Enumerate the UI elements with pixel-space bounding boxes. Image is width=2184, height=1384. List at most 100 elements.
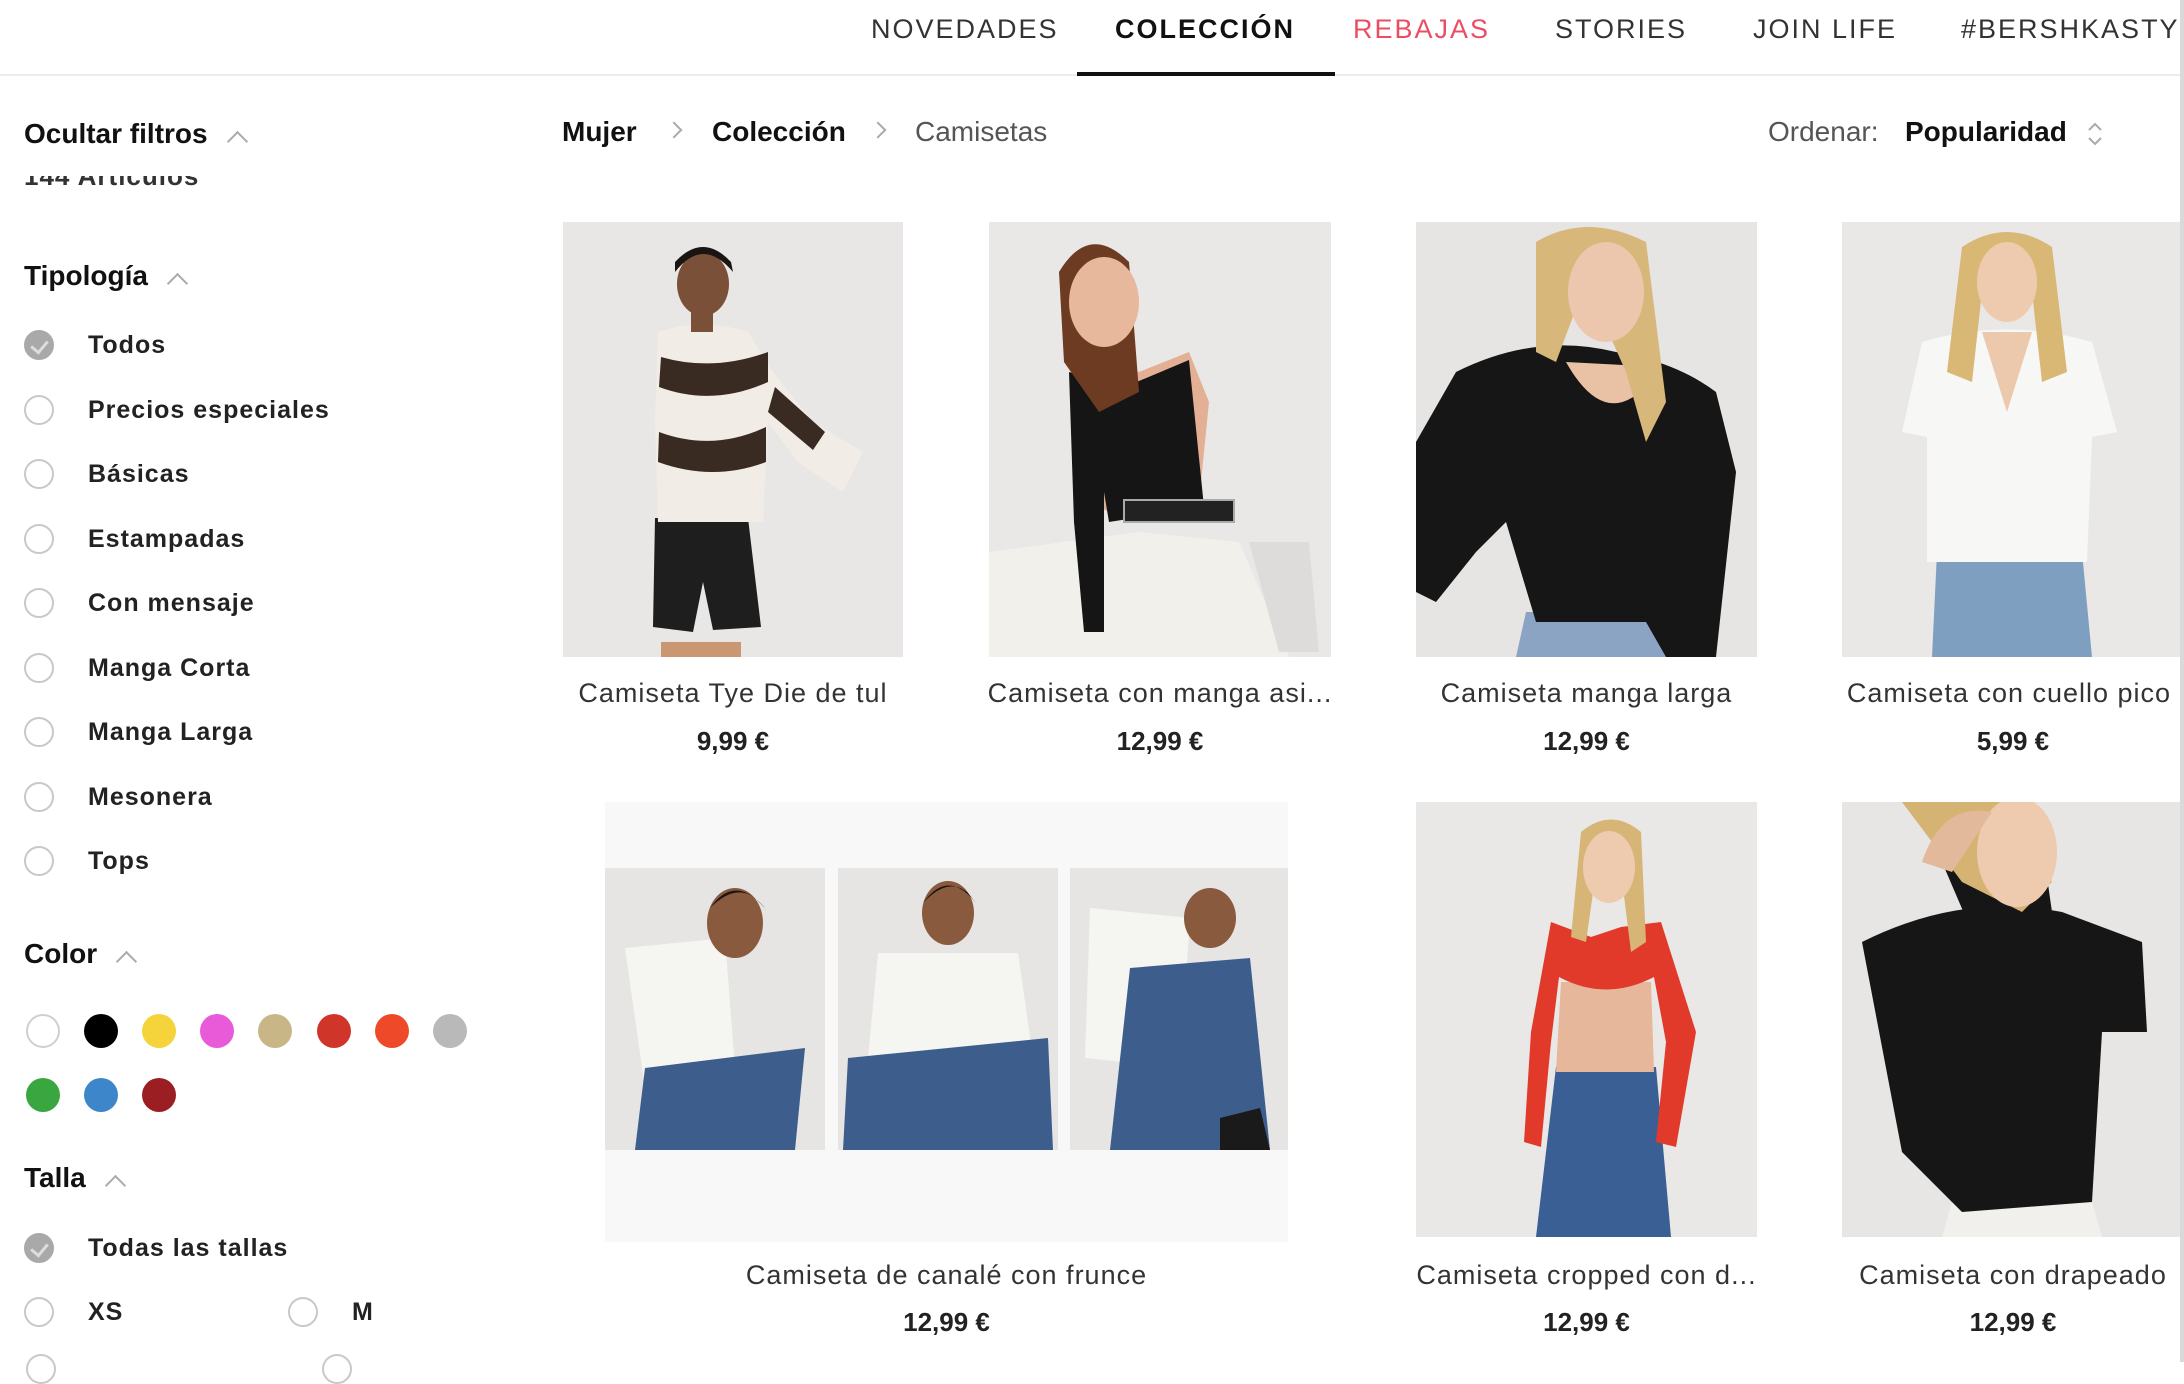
- color-swatch-black[interactable]: [84, 1014, 118, 1048]
- product-price: 12,99 €: [1969, 1307, 2057, 1337]
- size-option-label: M: [352, 1297, 374, 1326]
- product-price: 5,99 €: [1976, 726, 2050, 756]
- filter-option-label: Mesonera: [88, 782, 213, 811]
- chevron-right-icon: [869, 121, 887, 139]
- breadcrumb-mujer[interactable]: Mujer: [562, 116, 637, 148]
- radio-icon: [24, 1297, 54, 1327]
- product-price: 12,99 €: [1543, 1307, 1630, 1337]
- product-image[interactable]: [1416, 802, 1757, 1237]
- color-swatch-orange-red[interactable]: [375, 1014, 409, 1048]
- product-price: 9,99 €: [696, 726, 770, 756]
- filter-option-con-mensaje[interactable]: Con mensaje: [24, 583, 255, 623]
- filter-option-label: Con mensaje: [88, 588, 255, 617]
- product-name[interactable]: Camiseta manga larga: [1416, 678, 1757, 709]
- filter-option-precios-especiales[interactable]: Precios especiales: [24, 390, 330, 430]
- color-swatch-white[interactable]: [26, 1014, 60, 1048]
- nav-coleccion[interactable]: COLECCIÓN: [1077, 14, 1335, 76]
- sort-select[interactable]: Popularidad: [1905, 116, 2105, 152]
- color-swatch-burgundy[interactable]: [142, 1078, 176, 1112]
- size-option-m[interactable]: M: [288, 1292, 374, 1332]
- product-price: 12,99 €: [903, 1307, 990, 1337]
- product-image[interactable]: [1842, 222, 2184, 657]
- product-photo-red-cropped: [1416, 802, 1757, 1237]
- product-image[interactable]: [1416, 222, 1757, 657]
- size-option-xs[interactable]: XS: [24, 1292, 123, 1332]
- talla-title: Talla: [24, 1162, 86, 1193]
- radio-icon[interactable]: [322, 1354, 353, 1384]
- radio-icon: [24, 588, 54, 618]
- talla-header[interactable]: Talla: [24, 1162, 126, 1197]
- chevron-up-icon: [166, 272, 189, 295]
- color-swatch-yellow[interactable]: [142, 1014, 176, 1048]
- hide-filters-toggle[interactable]: Ocultar filtros: [24, 118, 248, 153]
- product-image[interactable]: [1842, 802, 2184, 1237]
- article-count-wrap: 144 Artículos: [24, 176, 324, 204]
- product-name[interactable]: Camiseta Tye Die de tul: [563, 678, 903, 709]
- product-image[interactable]: [989, 222, 1331, 657]
- product-name[interactable]: Camiseta con manga asi...: [980, 678, 1340, 709]
- nav-stories[interactable]: STORIES: [1555, 14, 1687, 72]
- filter-option-label: Todos: [88, 330, 167, 359]
- radio-icon: [24, 717, 54, 747]
- color-swatch-beige[interactable]: [258, 1014, 292, 1048]
- color-swatch-blue[interactable]: [84, 1078, 118, 1112]
- size-option-label: Todas las tallas: [88, 1233, 289, 1262]
- size-option-all[interactable]: Todas las tallas: [24, 1228, 288, 1268]
- radio-icon[interactable]: [26, 1354, 56, 1384]
- radio-icon: [24, 524, 54, 554]
- filter-option-basicas[interactable]: Básicas: [24, 454, 190, 494]
- tipologia-header[interactable]: Tipología: [24, 260, 189, 295]
- filter-option-label: Manga Larga: [88, 717, 254, 746]
- filter-option-estampadas[interactable]: Estampadas: [24, 519, 245, 559]
- breadcrumb-coleccion[interactable]: Colección: [712, 116, 846, 148]
- nav-join-life[interactable]: JOIN LIFE: [1753, 14, 1897, 72]
- chevron-up-icon: [226, 130, 248, 153]
- radio-icon: [24, 459, 54, 489]
- color-swatch-red[interactable]: [317, 1014, 351, 1048]
- radio-icon: [24, 846, 54, 876]
- filter-option-manga-larga[interactable]: Manga Larga: [24, 712, 253, 752]
- radio-icon: [288, 1297, 318, 1327]
- nav-novedades[interactable]: NOVEDADES: [871, 14, 1059, 72]
- product-photo-one-shoulder: [989, 222, 1331, 657]
- product-name[interactable]: Camiseta de canalé con frunce: [605, 1260, 1288, 1291]
- product-image[interactable]: [563, 222, 903, 657]
- chevron-right-icon: [665, 121, 683, 139]
- product-photo-black-long-sleeve: [1416, 222, 1757, 657]
- color-swatch-green[interactable]: [26, 1078, 60, 1112]
- filter-option-todos[interactable]: Todos: [24, 325, 166, 365]
- tipologia-title: Tipología: [24, 260, 148, 291]
- color-header[interactable]: Color: [24, 938, 138, 973]
- filter-option-mesonera[interactable]: Mesonera: [24, 777, 213, 817]
- color-swatch-grey[interactable]: [433, 1014, 467, 1048]
- product-name[interactable]: Camiseta con drapeado: [1842, 1260, 2184, 1291]
- filter-option-label: Manga Corta: [88, 653, 251, 682]
- filter-option-label: Precios especiales: [88, 395, 330, 424]
- nav-bershkastyle[interactable]: #BERSHKASTYLE: [1961, 14, 2184, 72]
- product-price: 12,99 €: [1116, 726, 1204, 756]
- filter-option-tops[interactable]: Tops: [24, 841, 150, 881]
- radio-checked-icon: [24, 330, 54, 360]
- product-photo-canale-triptych: [605, 802, 1288, 1242]
- color-title: Color: [24, 938, 98, 969]
- radio-icon: [24, 395, 54, 425]
- radio-icon: [24, 782, 54, 812]
- product-photo-tie-dye: [563, 222, 903, 657]
- radio-checked-icon: [24, 1233, 54, 1263]
- filter-option-manga-corta[interactable]: Manga Corta: [24, 648, 250, 688]
- filter-option-label: Estampadas: [88, 524, 246, 553]
- product-name[interactable]: Camiseta cropped con d...: [1408, 1260, 1765, 1291]
- product-price: 12,99 €: [1543, 726, 1630, 756]
- color-swatch-pink[interactable]: [200, 1014, 234, 1048]
- nav-rebajas[interactable]: REBAJAS: [1353, 14, 1490, 72]
- sort-label: Ordenar:: [1768, 116, 1879, 147]
- product-image-triptych[interactable]: [605, 802, 1288, 1242]
- filter-option-label: Tops: [88, 846, 150, 875]
- breadcrumb-camisetas: Camisetas: [915, 116, 1048, 147]
- product-photo-white-vneck: [1842, 222, 2184, 657]
- product-name[interactable]: Camiseta con cuello pico: [1834, 678, 2184, 709]
- product-photo-black-drapeado: [1842, 802, 2184, 1237]
- chevron-up-icon: [104, 1174, 126, 1197]
- top-navigation: NOVEDADES COLECCIÓN REBAJAS STORIES JOIN…: [0, 0, 2184, 76]
- scrollbar[interactable]: [2180, 0, 2184, 1362]
